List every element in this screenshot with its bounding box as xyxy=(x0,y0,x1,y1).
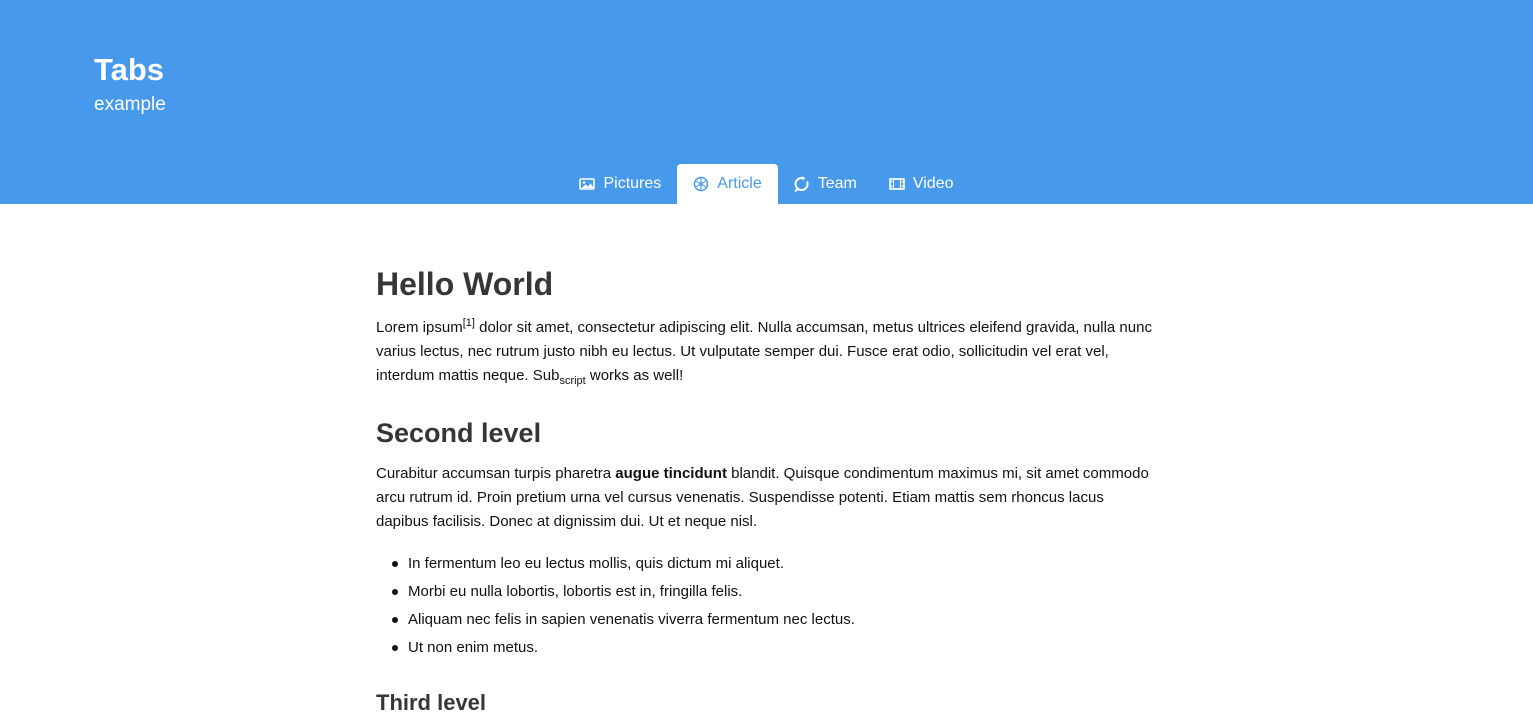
image-icon xyxy=(579,176,596,192)
page-subtitle: example xyxy=(94,94,166,115)
page-title: Tabs xyxy=(94,52,165,87)
list-item-text: In fermentum leo eu lectus mollis, quis … xyxy=(408,555,784,572)
para2-text-a: Curabitur accumsan turpis pharetra xyxy=(376,465,616,482)
list-item-text: Morbi eu nulla lobortis, lobortis est in… xyxy=(408,583,743,600)
bullet-icon xyxy=(392,589,398,595)
bullet-list: In fermentum leo eu lectus mollis, quis … xyxy=(392,550,1156,662)
tab-pictures-label: Pictures xyxy=(603,175,662,192)
tab-team[interactable]: Team xyxy=(778,164,873,204)
circle-arrow-icon xyxy=(794,176,810,192)
second-level-heading: Second level xyxy=(376,418,542,448)
para1-text-b: dolor sit amet, consectetur adipiscing e… xyxy=(376,319,1152,384)
list-item-text: Ut non enim metus. xyxy=(408,639,539,656)
list-item: In fermentum leo eu lectus mollis, quis … xyxy=(392,550,1156,578)
list-item: Ut non enim metus. xyxy=(392,634,1156,662)
third-level-heading: Third level xyxy=(376,690,487,715)
tab-video-label: Video xyxy=(912,175,954,192)
para2-bold-text: augue tincidunt xyxy=(615,465,727,482)
bullet-icon xyxy=(392,617,398,623)
article-content: Hello World Lorem ipsum[1] dolor sit ame… xyxy=(376,264,1156,718)
list-item-text: Aliquam nec felis in sapien venenatis vi… xyxy=(408,611,855,628)
subscript-text: script xyxy=(559,375,586,387)
list-item: Morbi eu nulla lobortis, lobortis est in… xyxy=(392,578,1156,606)
article-paragraph-1: Lorem ipsum[1] dolor sit amet, consectet… xyxy=(376,316,1156,388)
tab-article-label: Article xyxy=(717,175,762,192)
hero-banner: Tabs example Pictures Article Team Video xyxy=(0,0,1533,204)
article-paragraph-2: Curabitur accumsan turpis pharetra augue… xyxy=(376,462,1156,534)
para1-text-c: works as well! xyxy=(585,367,684,384)
tab-video[interactable]: Video xyxy=(873,164,970,204)
bullet-icon xyxy=(392,645,398,651)
footnote-ref: [1] xyxy=(462,317,475,329)
article-heading: Hello World xyxy=(376,266,554,302)
tab-pictures[interactable]: Pictures xyxy=(563,164,677,204)
tab-bar: Pictures Article Team Video xyxy=(0,164,1533,204)
film-icon xyxy=(889,176,905,192)
list-item: Aliquam nec felis in sapien venenatis vi… xyxy=(392,606,1156,634)
tab-team-label: Team xyxy=(817,175,857,192)
tab-article[interactable]: Article xyxy=(677,164,778,204)
atom-icon xyxy=(693,176,709,192)
bullet-icon xyxy=(392,561,398,567)
para1-text-a: Lorem ipsum xyxy=(376,319,463,336)
